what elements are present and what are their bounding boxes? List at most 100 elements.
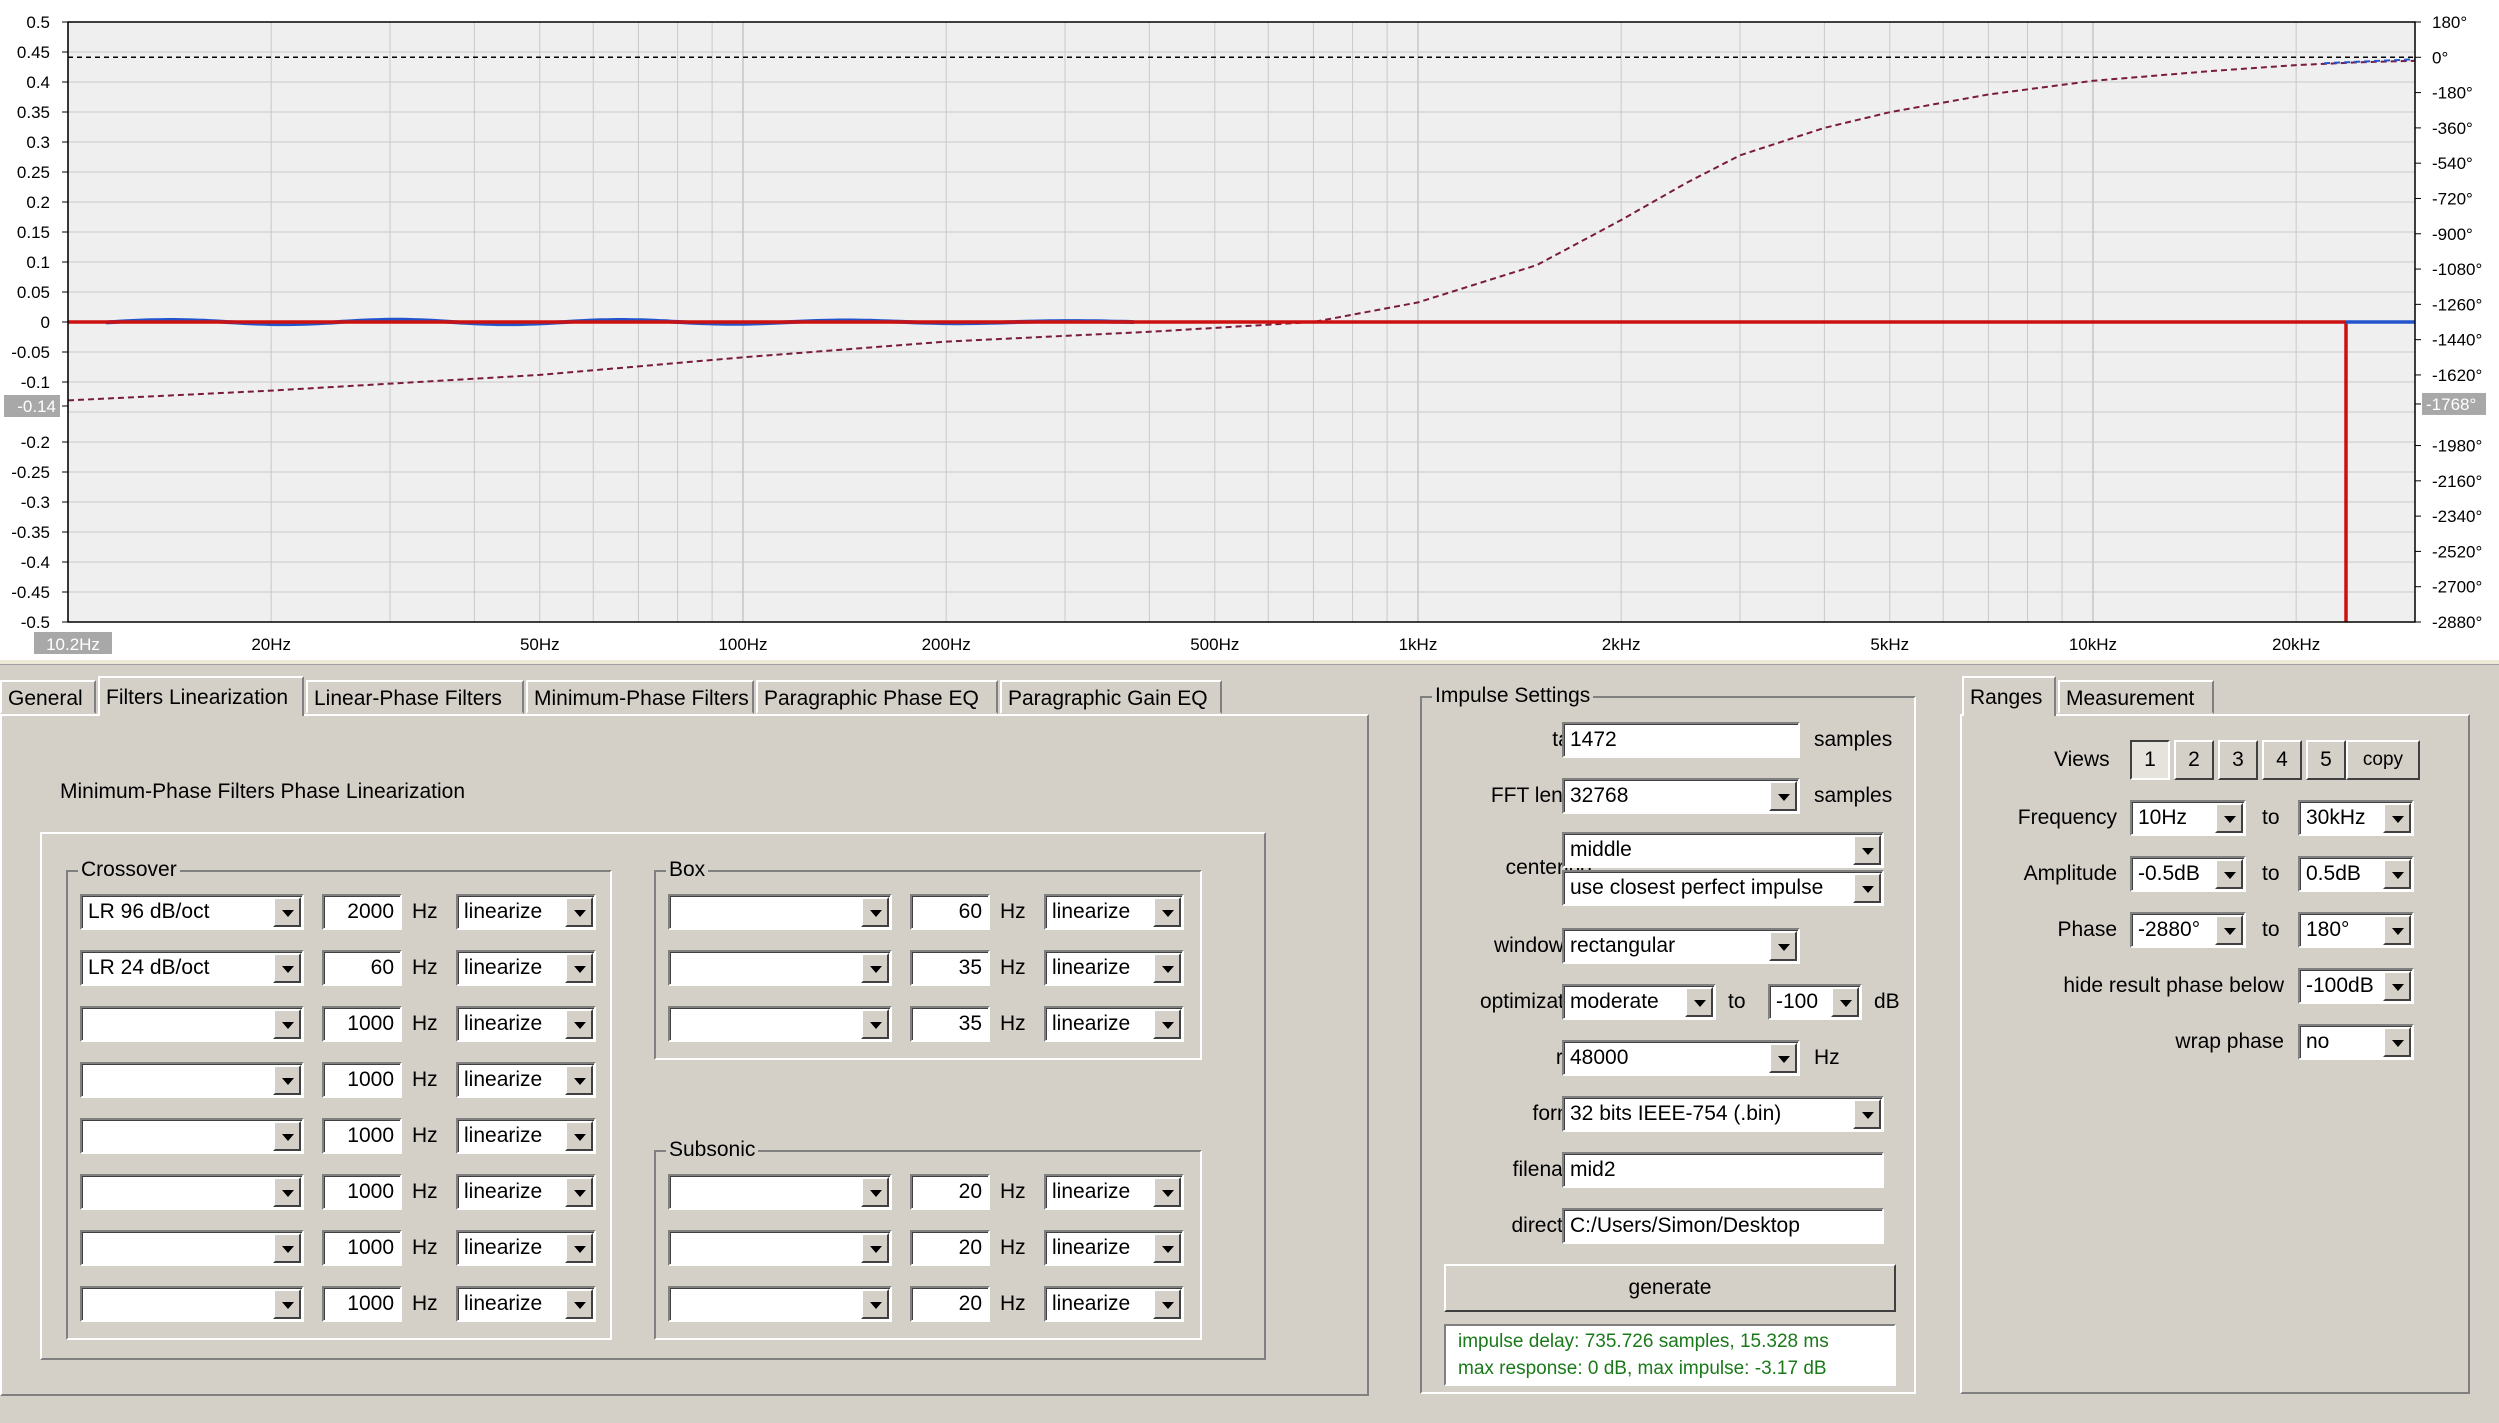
box-type-select[interactable] [668, 1006, 892, 1042]
chevron-down-icon[interactable] [1153, 1233, 1181, 1263]
chevron-down-icon[interactable] [273, 953, 301, 983]
crossover-type-select[interactable] [80, 1230, 304, 1266]
format-select[interactable]: 32 bits IEEE-754 (.bin) [1562, 1096, 1884, 1132]
view-button-2[interactable]: 2 [2174, 740, 2214, 780]
view-button-5[interactable]: 5 [2306, 740, 2346, 780]
chevron-down-icon[interactable] [1153, 1289, 1181, 1319]
chevron-down-icon[interactable] [2215, 803, 2243, 833]
crossover-type-select[interactable]: LR 96 dB/oct [80, 894, 304, 930]
crossover-mode-select[interactable]: linearize [456, 894, 596, 930]
crossover-frequency-input[interactable]: 60 [322, 950, 402, 986]
box-mode-select[interactable]: linearize [1044, 1006, 1184, 1042]
chevron-down-icon[interactable] [2383, 971, 2411, 1001]
crossover-frequency-input[interactable]: 1000 [322, 1174, 402, 1210]
graph-canvas[interactable]: 0.5 0.45 0.4 0.35 0.3 0.25 0.2 0.15 0.1 0.05 0 -0.0… [0, 0, 2499, 660]
chevron-down-icon[interactable] [565, 1177, 593, 1207]
tab-minimum-phase-filters[interactable]: Minimum-Phase Filters [526, 680, 754, 714]
chevron-down-icon[interactable] [1769, 781, 1797, 811]
crossover-frequency-input[interactable]: 1000 [322, 1062, 402, 1098]
crossover-frequency-input[interactable]: 1000 [322, 1006, 402, 1042]
phase-to-select[interactable]: 180° [2298, 912, 2414, 948]
directory-input[interactable]: C:/Users/Simon/Desktop [1562, 1208, 1884, 1244]
tab-paragraphic-phase-eq[interactable]: Paragraphic Phase EQ [756, 680, 998, 714]
crossover-mode-select[interactable]: linearize [456, 1174, 596, 1210]
generate-button[interactable]: generate [1444, 1264, 1896, 1312]
frequency-to-select[interactable]: 30kHz [2298, 800, 2414, 836]
chevron-down-icon[interactable] [1153, 1009, 1181, 1039]
optimization-db-select[interactable]: -100 [1768, 984, 1862, 1020]
subsonic-type-select[interactable] [668, 1230, 892, 1266]
hide-phase-select[interactable]: -100dB [2298, 968, 2414, 1004]
centering-select[interactable]: middle [1562, 832, 1884, 868]
chevron-down-icon[interactable] [1769, 931, 1797, 961]
box-mode-select[interactable]: linearize [1044, 950, 1184, 986]
crossover-type-select[interactable] [80, 1006, 304, 1042]
chevron-down-icon[interactable] [1153, 953, 1181, 983]
amplitude-from-select[interactable]: -0.5dB [2130, 856, 2246, 892]
centering-mode-select[interactable]: use closest perfect impulse [1562, 870, 1884, 906]
box-frequency-input[interactable]: 60 [910, 894, 990, 930]
rate-select[interactable]: 48000 [1562, 1040, 1800, 1076]
box-frequency-input[interactable]: 35 [910, 1006, 990, 1042]
crossover-mode-select[interactable]: linearize [456, 1230, 596, 1266]
subsonic-mode-select[interactable]: linearize [1044, 1286, 1184, 1322]
subsonic-type-select[interactable] [668, 1286, 892, 1322]
optimization-select[interactable]: moderate [1562, 984, 1716, 1020]
phase-from-select[interactable]: -2880° [2130, 912, 2246, 948]
crossover-mode-select[interactable]: linearize [456, 1286, 596, 1322]
chevron-down-icon[interactable] [273, 1177, 301, 1207]
chevron-down-icon[interactable] [861, 1233, 889, 1263]
chevron-down-icon[interactable] [1153, 897, 1181, 927]
box-type-select[interactable] [668, 894, 892, 930]
crossover-type-select[interactable] [80, 1118, 304, 1154]
crossover-type-select[interactable] [80, 1286, 304, 1322]
view-button-3[interactable]: 3 [2218, 740, 2258, 780]
fft-length-select[interactable]: 32768 [1562, 778, 1800, 814]
chevron-down-icon[interactable] [861, 1289, 889, 1319]
tab-general[interactable]: General [0, 680, 96, 714]
amplitude-to-select[interactable]: 0.5dB [2298, 856, 2414, 892]
chevron-down-icon[interactable] [565, 1009, 593, 1039]
graph-splitter[interactable] [0, 660, 2499, 665]
box-mode-select[interactable]: linearize [1044, 894, 1184, 930]
view-button-4[interactable]: 4 [2262, 740, 2302, 780]
crossover-mode-select[interactable]: linearize [456, 1006, 596, 1042]
chevron-down-icon[interactable] [1831, 987, 1859, 1017]
chevron-down-icon[interactable] [2383, 803, 2411, 833]
chevron-down-icon[interactable] [2383, 915, 2411, 945]
crossover-type-select[interactable] [80, 1174, 304, 1210]
crossover-frequency-input[interactable]: 2000 [322, 894, 402, 930]
response-graph[interactable]: 0.5 0.45 0.4 0.35 0.3 0.25 0.2 0.15 0.1 0.05 0 -0.0… [0, 0, 2499, 660]
wrap-phase-select[interactable]: no [2298, 1024, 2414, 1060]
chevron-down-icon[interactable] [273, 1233, 301, 1263]
chevron-down-icon[interactable] [1685, 987, 1713, 1017]
frequency-from-select[interactable]: 10Hz [2130, 800, 2246, 836]
chevron-down-icon[interactable] [565, 1289, 593, 1319]
chevron-down-icon[interactable] [1853, 873, 1881, 903]
crossover-mode-select[interactable]: linearize [456, 1118, 596, 1154]
box-frequency-input[interactable]: 35 [910, 950, 990, 986]
crossover-type-select[interactable] [80, 1062, 304, 1098]
tab-linear-phase-filters[interactable]: Linear-Phase Filters [306, 680, 524, 714]
subsonic-type-select[interactable] [668, 1174, 892, 1210]
chevron-down-icon[interactable] [273, 1009, 301, 1039]
chevron-down-icon[interactable] [1153, 1177, 1181, 1207]
taps-input[interactable]: 1472 [1562, 722, 1800, 758]
tab-paragraphic-gain-eq[interactable]: Paragraphic Gain EQ [1000, 680, 1222, 714]
filename-input[interactable]: mid2 [1562, 1152, 1884, 1188]
chevron-down-icon[interactable] [861, 1009, 889, 1039]
crossover-type-select[interactable]: LR 24 dB/oct [80, 950, 304, 986]
chevron-down-icon[interactable] [273, 1289, 301, 1319]
chevron-down-icon[interactable] [565, 1065, 593, 1095]
subsonic-frequency-input[interactable]: 20 [910, 1230, 990, 1266]
crossover-frequency-input[interactable]: 1000 [322, 1230, 402, 1266]
chevron-down-icon[interactable] [273, 1121, 301, 1151]
windowing-select[interactable]: rectangular [1562, 928, 1800, 964]
chevron-down-icon[interactable] [565, 1233, 593, 1263]
tab-ranges[interactable]: Ranges [1962, 676, 2056, 716]
chevron-down-icon[interactable] [861, 897, 889, 927]
chevron-down-icon[interactable] [1853, 835, 1881, 865]
view-button-1[interactable]: 1 [2130, 740, 2170, 780]
crossover-frequency-input[interactable]: 1000 [322, 1118, 402, 1154]
chevron-down-icon[interactable] [1769, 1043, 1797, 1073]
